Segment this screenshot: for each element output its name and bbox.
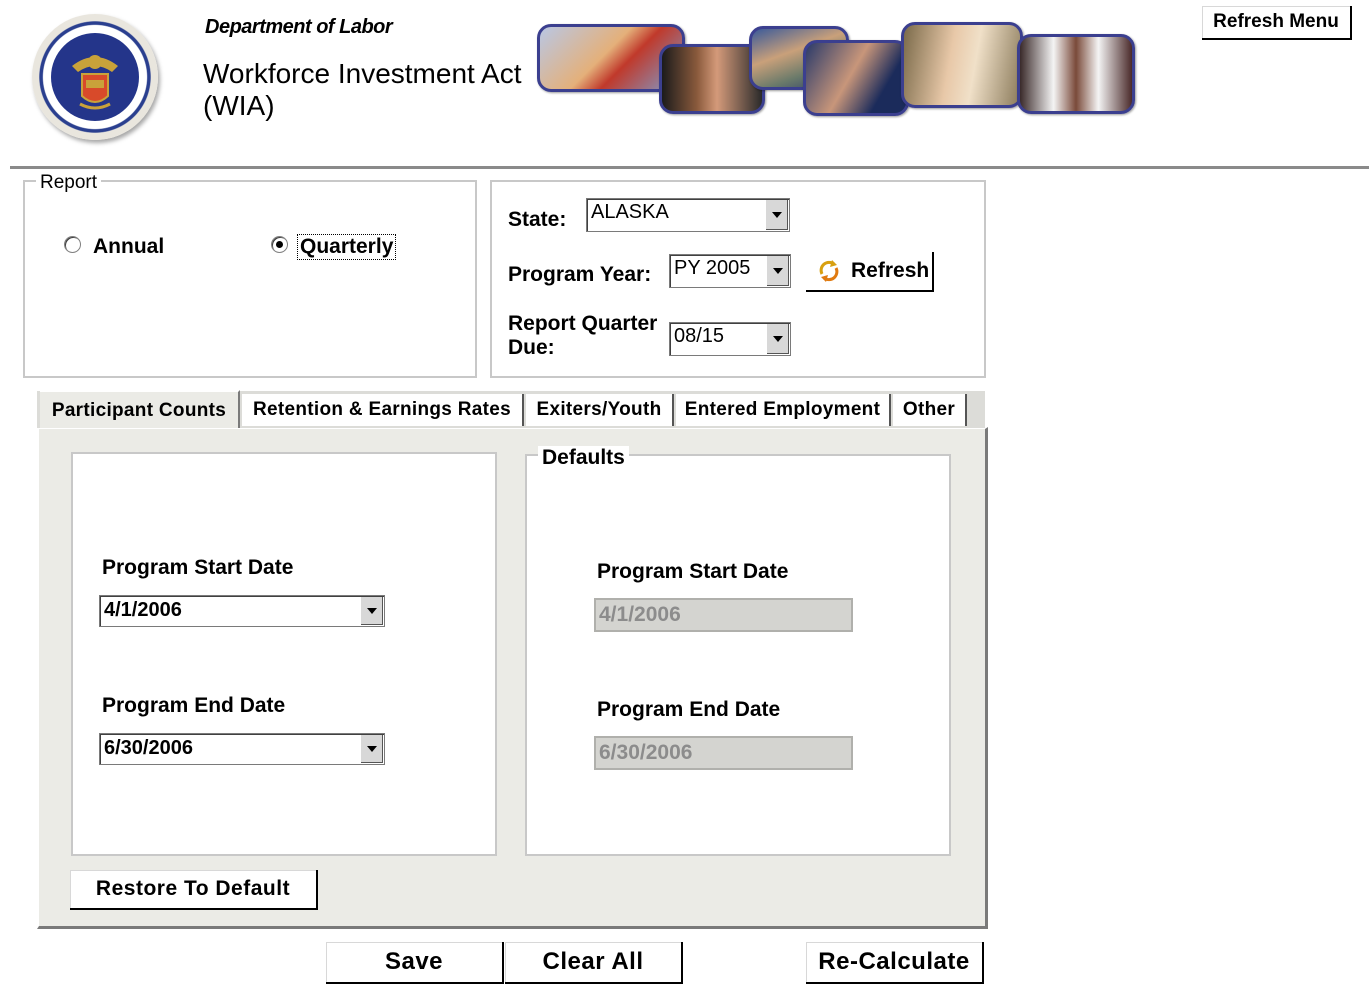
tab-retention-earnings-rates[interactable]: Retention & Earnings Rates (242, 394, 524, 426)
refresh-icon (816, 258, 842, 290)
state-select-value: ALASKA (591, 201, 669, 223)
program-start-date-label: Program Start Date (102, 556, 294, 579)
report-quarter-select-value: 08/15 (674, 325, 725, 347)
refresh-button[interactable]: Refresh (806, 252, 934, 292)
tab-entered-employment[interactable]: Entered Employment (676, 394, 891, 426)
default-start-date-field: 4/1/2006 (594, 598, 853, 632)
chevron-down-icon[interactable] (360, 735, 383, 763)
quarterly-radio-label[interactable]: Quarterly (297, 234, 397, 260)
program-year-label: Program Year: (508, 263, 652, 286)
photo-smiling-woman (901, 22, 1023, 108)
refresh-menu-button[interactable]: Refresh Menu (1202, 6, 1352, 40)
department-seal-logo (32, 14, 158, 140)
photo-chefs (1017, 34, 1135, 114)
report-legend: Report (36, 172, 102, 194)
program-end-date-value: 6/30/2006 (104, 737, 193, 759)
re-calculate-button[interactable]: Re-Calculate (806, 942, 984, 984)
annual-radio-label[interactable]: Annual (93, 235, 164, 259)
chevron-down-icon[interactable] (766, 256, 789, 286)
default-end-date-field: 6/30/2006 (594, 736, 853, 770)
header-divider (10, 166, 1369, 169)
program-start-date-value: 4/1/2006 (104, 599, 182, 621)
defaults-groupbox (525, 454, 951, 856)
state-label: State: (508, 208, 567, 231)
tab-exiters-youth[interactable]: Exiters/Youth (526, 394, 674, 426)
dates-box (71, 452, 497, 856)
chevron-down-icon[interactable] (766, 324, 789, 354)
program-end-date-label: Program End Date (102, 694, 286, 717)
defaults-legend: Defaults (538, 446, 629, 470)
program-end-date-select[interactable]: 6/30/2006 (99, 733, 385, 765)
save-button[interactable]: Save (326, 942, 504, 984)
default-start-date-label: Program Start Date (597, 560, 789, 583)
tab-other[interactable]: Other (893, 394, 967, 426)
program-year-select[interactable]: PY 2005 (669, 254, 791, 288)
report-quarter-select[interactable]: 08/15 (669, 322, 791, 356)
program-start-date-select[interactable]: 4/1/2006 (99, 595, 385, 627)
chevron-down-icon[interactable] (765, 200, 788, 230)
report-quarter-label-line1: Report Quarter (508, 312, 658, 335)
chevron-down-icon[interactable] (360, 597, 383, 625)
state-select[interactable]: ALASKA (586, 198, 790, 232)
app-title: Workforce Investment Act (WIA) (203, 58, 522, 121)
department-name: Department of Labor (205, 16, 393, 38)
photo-woman-headscarf (803, 40, 909, 116)
report-groupbox (23, 180, 477, 378)
annual-radio[interactable] (64, 236, 81, 253)
refresh-button-label: Refresh (851, 259, 930, 282)
program-year-select-value: PY 2005 (674, 257, 751, 279)
report-quarter-label-line2: Due: (508, 336, 555, 359)
tab-participant-counts[interactable]: Participant Counts (40, 390, 240, 428)
clear-all-button[interactable]: Clear All (505, 942, 683, 984)
header-photo-collage (535, 22, 1135, 116)
default-end-date-label: Program End Date (597, 698, 781, 721)
quarterly-radio[interactable] (271, 236, 288, 253)
restore-to-default-button[interactable]: Restore To Default (70, 870, 318, 910)
